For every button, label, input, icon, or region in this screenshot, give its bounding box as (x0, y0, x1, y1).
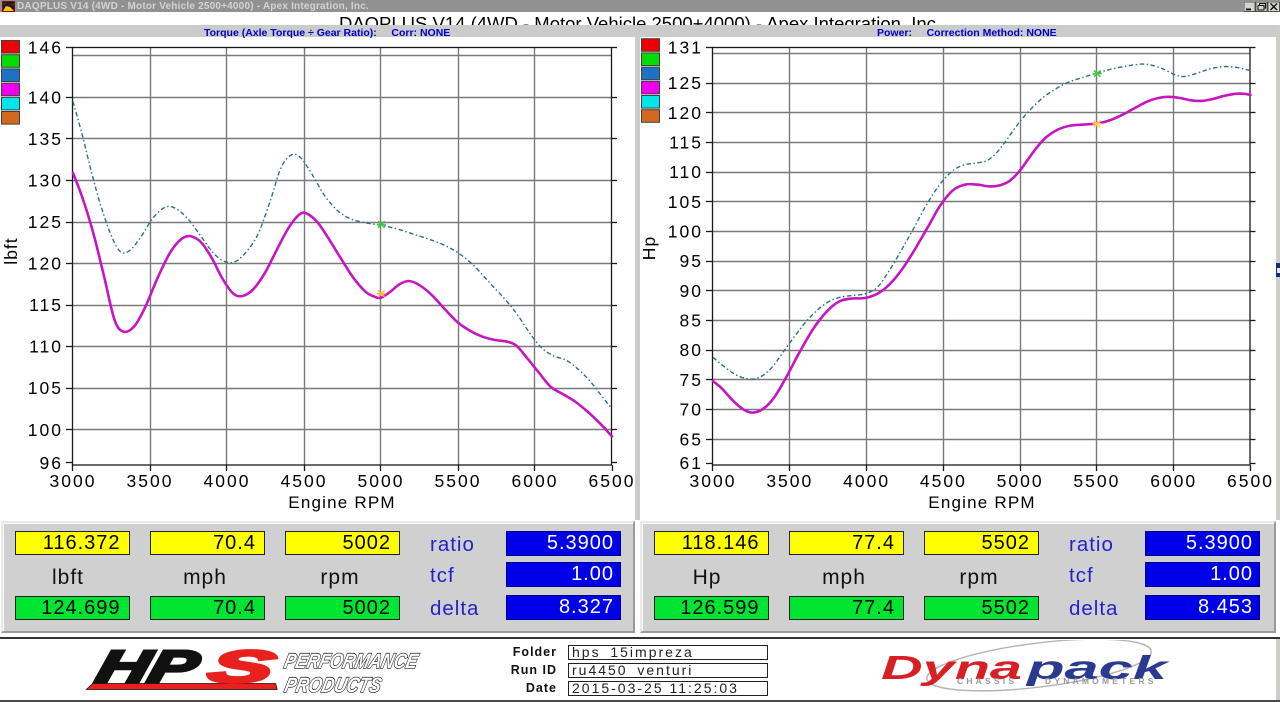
svg-text:6000: 6000 (512, 471, 559, 491)
svg-text:6500: 6500 (1227, 471, 1274, 491)
svg-text:125: 125 (28, 212, 63, 232)
svg-text:115: 115 (669, 133, 703, 153)
svg-text:5500: 5500 (435, 471, 482, 491)
svg-text:4500: 4500 (920, 471, 967, 491)
svg-text:5500: 5500 (1073, 471, 1120, 491)
svg-text:100: 100 (668, 222, 703, 242)
svg-text:135: 135 (28, 129, 63, 149)
svg-text:PRODUCTS: PRODUCTS (282, 673, 383, 697)
svg-text:3000: 3000 (690, 471, 737, 491)
svg-text:5000: 5000 (997, 471, 1044, 491)
svg-text:Hp: Hp (639, 236, 659, 260)
svg-text:140: 140 (28, 87, 63, 107)
svg-text:120: 120 (28, 254, 63, 274)
svg-text:96: 96 (40, 453, 63, 473)
svg-text:3500: 3500 (127, 471, 174, 491)
svg-text:DYNAMOMETERS: DYNAMOMETERS (1045, 676, 1157, 686)
svg-text:CHASSIS: CHASSIS (957, 676, 1017, 686)
svg-text:120: 120 (668, 103, 703, 123)
svg-text:65: 65 (680, 429, 703, 449)
svg-text:115: 115 (29, 295, 63, 315)
svg-text:6000: 6000 (1150, 471, 1197, 491)
svg-text:90: 90 (680, 281, 703, 301)
svg-text:4500: 4500 (281, 471, 328, 491)
svg-text:Engine RPM: Engine RPM (288, 493, 395, 512)
svg-text:4000: 4000 (843, 471, 890, 491)
svg-text:80: 80 (680, 340, 703, 360)
svg-text:HP: HP (92, 642, 205, 692)
svg-text:S: S (204, 642, 281, 692)
svg-text:75: 75 (680, 370, 703, 390)
svg-text:3500: 3500 (766, 471, 813, 491)
svg-text:Engine RPM: Engine RPM (928, 493, 1035, 512)
svg-text:PERFORMANCE: PERFORMANCE (282, 649, 421, 673)
svg-text:130: 130 (28, 171, 63, 191)
svg-text:61: 61 (680, 453, 703, 473)
svg-text:105: 105 (668, 192, 703, 212)
svg-text:100: 100 (28, 420, 63, 440)
svg-text:6500: 6500 (589, 471, 636, 491)
svg-text:lbft: lbft (1, 237, 21, 264)
svg-text:125: 125 (668, 73, 703, 93)
svg-text:4000: 4000 (204, 471, 251, 491)
svg-text:131: 131 (668, 38, 703, 58)
svg-text:110: 110 (669, 162, 703, 182)
svg-text:110: 110 (29, 337, 63, 357)
svg-text:105: 105 (28, 378, 63, 398)
svg-text:5000: 5000 (358, 471, 405, 491)
svg-text:70: 70 (680, 400, 703, 420)
svg-text:3000: 3000 (50, 471, 97, 491)
svg-text:85: 85 (680, 311, 703, 331)
svg-text:95: 95 (680, 251, 703, 271)
svg-text:146: 146 (28, 38, 63, 58)
